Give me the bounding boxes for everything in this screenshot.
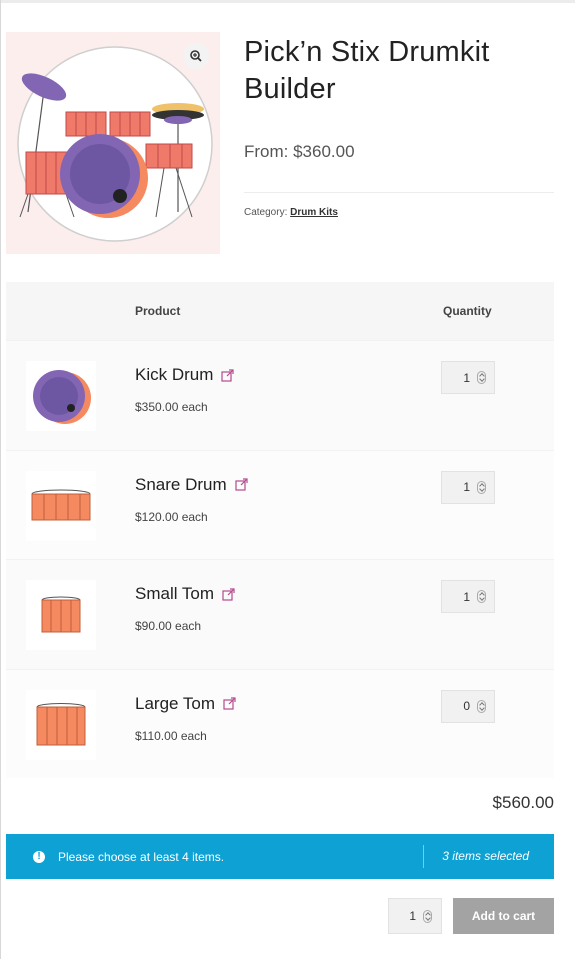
quantity-stepper[interactable]: 1 <box>441 470 495 504</box>
quantity-value[interactable]: 1 <box>463 480 470 494</box>
product-thumbnail[interactable] <box>26 361 96 431</box>
table-row: Large Tom $110.00 each 0 <box>6 668 554 778</box>
left-border <box>0 0 1 959</box>
cart-quantity-stepper[interactable]: 1 <box>388 898 442 934</box>
product-category: Category: Drum Kits <box>244 207 338 218</box>
large-tom-icon <box>36 702 86 745</box>
items-selected-count: 3 items selected <box>442 849 529 863</box>
small-tom-icon <box>41 596 81 633</box>
product-thumbnail[interactable] <box>26 580 96 650</box>
item-name: Snare Drum <box>135 474 227 494</box>
item-name-link[interactable]: Snare Drum <box>135 475 248 495</box>
item-name: Large Tom <box>135 693 216 713</box>
table-row: Small Tom $90.00 each 1 <box>6 559 554 669</box>
spinner-arrows-icon[interactable] <box>423 909 432 923</box>
item-name-link[interactable]: Kick Drum <box>135 365 235 385</box>
product-title: Pick’n Stix Drumkit Builder <box>244 36 490 105</box>
notice-message: Please choose at least 4 items. <box>58 849 225 864</box>
kick-drum-icon <box>33 370 91 424</box>
table-row: Kick Drum $350.00 each 1 <box>6 340 554 450</box>
external-link-icon <box>223 697 236 710</box>
notice-divider <box>423 845 424 868</box>
bundle-total-price: $560.00 <box>492 793 554 812</box>
quantity-value[interactable]: 0 <box>463 699 470 713</box>
product-thumbnail[interactable] <box>26 689 96 760</box>
magnify-plus-icon <box>190 50 202 62</box>
quantity-stepper[interactable]: 1 <box>441 361 495 394</box>
column-header-quantity: Quantity <box>443 304 492 318</box>
item-name: Kick Drum <box>135 365 214 384</box>
validation-notice: ! Please choose at least 4 items. 3 item… <box>6 834 554 879</box>
product-price: From: $360.00 <box>244 142 355 161</box>
category-link[interactable]: Drum Kits <box>290 207 338 218</box>
item-price: $120.00 each <box>135 509 208 524</box>
item-name: Small Tom <box>135 584 215 603</box>
table-row: Snare Drum $120.00 each 1 <box>6 449 554 559</box>
zoom-button[interactable] <box>183 43 209 69</box>
spinner-arrows-icon[interactable] <box>477 699 486 713</box>
item-price: $110.00 each <box>135 728 207 743</box>
quantity-value[interactable]: 1 <box>463 590 470 604</box>
external-link-icon <box>235 478 248 491</box>
quantity-stepper[interactable]: 1 <box>441 580 495 613</box>
table-header: Product Quantity <box>6 282 554 340</box>
item-price: $350.00 each <box>135 400 208 414</box>
spinner-arrows-icon[interactable] <box>477 590 486 603</box>
external-link-icon <box>221 368 235 382</box>
quantity-value[interactable]: 1 <box>463 371 470 385</box>
spinner-arrows-icon[interactable] <box>477 480 486 494</box>
column-header-product: Product <box>135 304 181 318</box>
cart-quantity-value[interactable]: 1 <box>409 909 416 923</box>
category-label: Category: <box>244 207 288 218</box>
bundle-items-table: Product Quantity Kick Drum $350.00 each … <box>6 282 554 778</box>
item-name-link[interactable]: Small Tom <box>135 584 235 604</box>
divider <box>244 192 554 193</box>
top-border <box>0 0 575 3</box>
external-link-icon <box>222 587 235 601</box>
item-price: $90.00 each <box>135 619 202 633</box>
item-name-link[interactable]: Large Tom <box>135 694 236 714</box>
add-to-cart-button[interactable]: Add to cart <box>453 898 554 934</box>
exclamation-icon: ! <box>33 850 45 863</box>
product-thumbnail[interactable] <box>26 470 96 541</box>
spinner-arrows-icon[interactable] <box>477 371 486 384</box>
quantity-stepper[interactable]: 0 <box>441 689 495 723</box>
snare-drum-icon <box>31 489 91 520</box>
